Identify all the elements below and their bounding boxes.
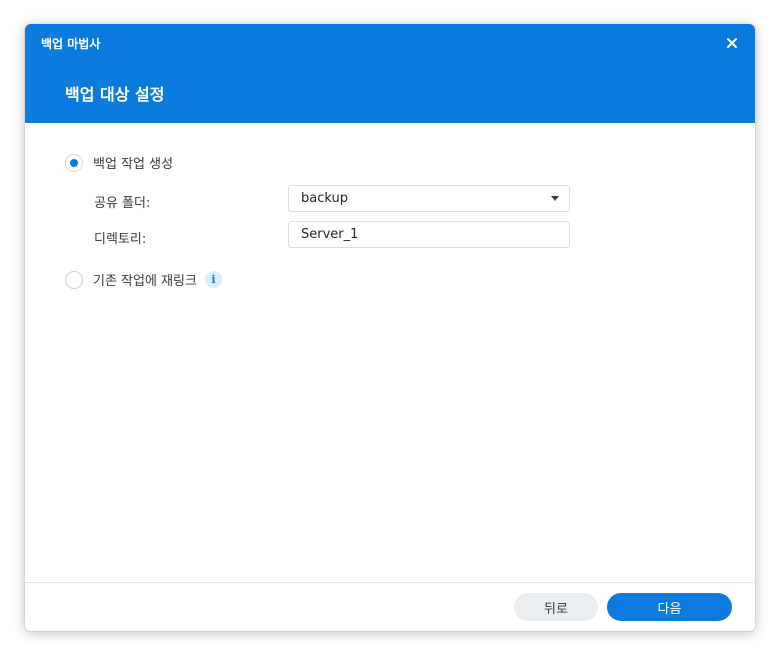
dialog-content: 백업 작업 생성 공유 폴더: backup 디렉토리: 기존 작업에 재링크 … bbox=[25, 123, 755, 583]
relink-task-label: 기존 작업에 재링크 bbox=[93, 274, 197, 289]
backup-wizard-dialog: 백업 마법사 백업 대상 설정 백업 작업 생성 공유 폴더: backup 디… bbox=[25, 24, 755, 631]
step-title: 백업 대상 설정 bbox=[65, 85, 165, 104]
shared-folder-value: backup bbox=[301, 191, 348, 206]
window-title: 백업 마법사 bbox=[41, 37, 101, 51]
option-create-task[interactable]: 백업 작업 생성 bbox=[65, 153, 173, 172]
shared-folder-label: 공유 폴더: bbox=[94, 196, 151, 211]
close-button[interactable] bbox=[723, 34, 741, 52]
create-task-radio[interactable] bbox=[65, 153, 83, 172]
dialog-header: 백업 마법사 백업 대상 설정 bbox=[25, 24, 755, 123]
chevron-down-icon bbox=[551, 196, 559, 201]
option-relink-task[interactable]: 기존 작업에 재링크 i bbox=[65, 270, 222, 289]
next-button[interactable]: 다음 bbox=[607, 593, 732, 621]
shared-folder-select[interactable]: backup bbox=[288, 185, 570, 212]
create-task-label: 백업 작업 생성 bbox=[93, 157, 174, 172]
directory-label: 디렉토리: bbox=[94, 232, 147, 247]
info-icon[interactable]: i bbox=[204, 271, 222, 288]
back-button[interactable]: 뒤로 bbox=[514, 593, 598, 621]
directory-input[interactable] bbox=[288, 221, 570, 248]
dialog-footer: 뒤로 다음 bbox=[25, 582, 755, 631]
relink-task-radio[interactable] bbox=[65, 270, 83, 289]
close-icon bbox=[727, 38, 737, 48]
